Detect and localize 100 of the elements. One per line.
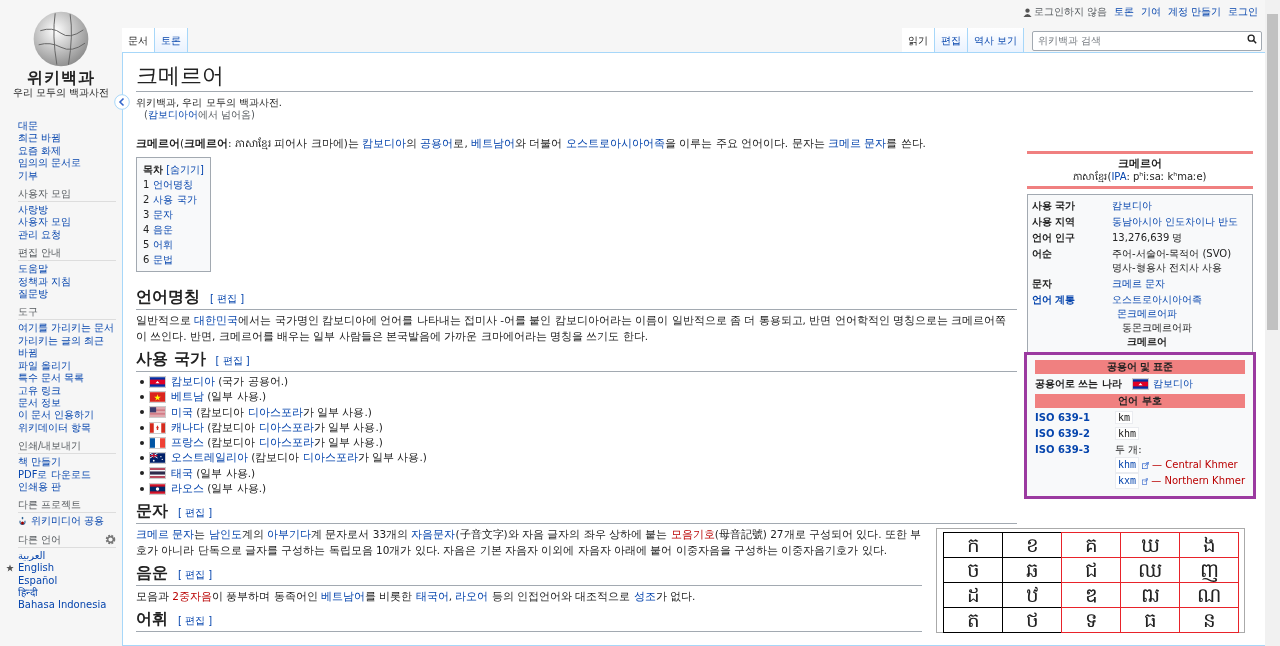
link[interactable]: 라오스	[171, 482, 204, 495]
link[interactable]: 캐나다	[171, 420, 204, 433]
link[interactable]: 동남아시아 인도차이나 반도	[1112, 216, 1239, 227]
search-icon[interactable]	[1247, 34, 1257, 44]
edit-link[interactable]: [ 편집 ]	[215, 355, 250, 366]
sidebar-link[interactable]: 위키미디어 공용	[31, 515, 105, 528]
link[interactable]: 프랑스	[171, 436, 204, 449]
sidebar-link[interactable]: 특수 문서 목록	[18, 372, 116, 385]
personal-link[interactable]: 기여	[1140, 6, 1161, 18]
link[interactable]: 디아스포라	[258, 420, 314, 433]
edit-link[interactable]: [ 편집 ]	[210, 293, 245, 304]
scrollbar-thumb[interactable]	[1267, 14, 1278, 330]
link[interactable]: 디아스포라	[302, 451, 358, 464]
link[interactable]: 오스트로아시아어족	[1112, 294, 1202, 305]
link[interactable]: 크메르 문자	[1112, 278, 1166, 289]
link[interactable]: 캄보디아	[1152, 378, 1193, 389]
sidebar-link[interactable]: 여기를 가리키는 문서	[18, 322, 116, 335]
tab[interactable]: 편집	[934, 28, 968, 52]
personal-link[interactable]: 토론	[1113, 6, 1134, 18]
list-item: 캄보디아 (국가 공용어.)	[171, 374, 289, 389]
language-link[interactable]: Español	[18, 574, 116, 587]
link[interactable]: 오스트로아시아어족	[565, 137, 665, 149]
tab[interactable]: 문서	[122, 28, 155, 52]
language-link[interactable]: हिन्दी	[18, 586, 116, 600]
settings-icon[interactable]	[105, 533, 116, 545]
scrollbar[interactable]	[1265, 0, 1280, 646]
edit-link[interactable]: [ 편집 ]	[178, 569, 213, 581]
sidebar-link[interactable]: 사용자 모임	[18, 216, 116, 229]
wordmark[interactable]: 위키백과	[27, 68, 95, 87]
sidebar-link[interactable]: 파일 올리기	[18, 359, 116, 373]
sidebar-link[interactable]: 기부	[18, 169, 122, 183]
edit-link[interactable]: [ 편집 ]	[178, 507, 213, 519]
link[interactable]: 2중자음	[172, 590, 213, 603]
toc-link[interactable]: 어휘	[153, 237, 174, 252]
link[interactable]: 대한민국	[194, 314, 239, 326]
sidebar-link[interactable]: 사랑방	[18, 204, 116, 217]
sidebar-link[interactable]: 정책과 지침	[18, 275, 116, 289]
code-link[interactable]: khm	[1115, 457, 1140, 473]
language-link[interactable]: العربية	[18, 549, 116, 563]
personal-link[interactable]: 계정 만들기	[1167, 6, 1221, 18]
sidebar-link[interactable]: 위키데이터 항목	[18, 421, 116, 435]
personal-link[interactable]: 로그인	[1228, 6, 1258, 18]
link[interactable]: 모음기호	[670, 528, 715, 541]
link[interactable]: 캄보디아	[1112, 200, 1152, 211]
link[interactable]: 몬크메르어파	[1117, 308, 1177, 319]
link[interactable]: 크메르 문자	[827, 137, 887, 149]
sidebar-link[interactable]: 요즘 화제	[18, 144, 122, 158]
infobox-label[interactable]: ISO 639-1	[1035, 411, 1115, 425]
sidebar-link[interactable]: 도움말	[18, 263, 116, 276]
link[interactable]: 캄보디아	[362, 137, 407, 149]
infobox-label[interactable]: 언어 계통	[1032, 293, 1112, 349]
sidebar-link[interactable]: 질문방	[18, 288, 116, 301]
link[interactable]: 베트남어	[471, 137, 516, 149]
infobox-label[interactable]: ISO 639-3	[1035, 443, 1115, 489]
sidebar-link[interactable]: 임의의 문서로	[18, 157, 122, 170]
sidebar-link[interactable]: 고유 링크	[18, 384, 116, 397]
link[interactable]: 라오어	[455, 590, 489, 603]
toc-toggle[interactable]: [숨기기]	[166, 164, 204, 175]
infobox-label[interactable]: ISO 639-2	[1035, 427, 1115, 441]
sidebar-link[interactable]: 대문	[18, 120, 122, 133]
link[interactable]: 디아스포라	[247, 405, 303, 418]
tab[interactable]: 역사 보기	[967, 28, 1024, 52]
link[interactable]: 오스트레일리아	[171, 451, 248, 464]
toc-link[interactable]: 음운	[153, 222, 174, 237]
link[interactable]: — Central Khmer	[1152, 458, 1238, 472]
code-link[interactable]: kxm	[1115, 473, 1140, 489]
sidebar-link[interactable]: 인쇄용 판	[18, 480, 116, 494]
sidebar-link[interactable]: 책 만들기	[18, 456, 116, 469]
language-link[interactable]: Bahasa Indonesia	[18, 599, 116, 612]
link[interactable]: 디아스포라	[258, 436, 314, 449]
toc-link[interactable]: 문법	[153, 252, 174, 267]
edit-link[interactable]: [ 편집 ]	[178, 615, 213, 627]
tab[interactable]: 토론	[155, 28, 188, 52]
link[interactable]: 공용어	[420, 137, 454, 149]
link[interactable]: 성조	[633, 590, 656, 603]
language-link[interactable]: English	[18, 562, 116, 575]
toc-link[interactable]: 언어명칭	[153, 177, 194, 192]
link[interactable]: 태국	[171, 466, 193, 479]
toc-link[interactable]: 문자	[153, 207, 174, 222]
toc-link[interactable]: 사용 국가	[153, 192, 197, 207]
collapse-icon[interactable]	[114, 94, 130, 110]
sidebar-link[interactable]: 최근 바뀜	[18, 132, 122, 145]
link[interactable]: 캄보디아	[171, 375, 215, 387]
link[interactable]: 아부기다	[267, 528, 312, 541]
link[interactable]: 크메르 문자	[136, 528, 195, 541]
link[interactable]: — Northern Khmer	[1151, 474, 1245, 488]
link[interactable]: 태국어	[415, 590, 449, 603]
sidebar-link[interactable]: 관리 요청	[18, 228, 116, 242]
link[interactable]: 자음문자	[411, 528, 456, 541]
sidebar-link[interactable]: 가리키는 글의 최근 바뀜	[18, 334, 116, 360]
link[interactable]: 남인도	[208, 528, 242, 541]
sidebar-link[interactable]: 문서 정보	[18, 396, 116, 410]
sidebar-link[interactable]: PDF로 다운로드	[18, 468, 116, 481]
link[interactable]: 캄보디아어	[147, 109, 198, 120]
sidebar-link[interactable]: 이 문서 인용하기	[18, 409, 116, 422]
link[interactable]: 베트남	[171, 390, 204, 403]
link[interactable]: 미국	[171, 405, 193, 418]
search-field[interactable]: 위키백과 검색	[1032, 30, 1262, 51]
tab[interactable]: 읽기	[901, 28, 935, 52]
link[interactable]: 베트남어	[321, 590, 366, 603]
